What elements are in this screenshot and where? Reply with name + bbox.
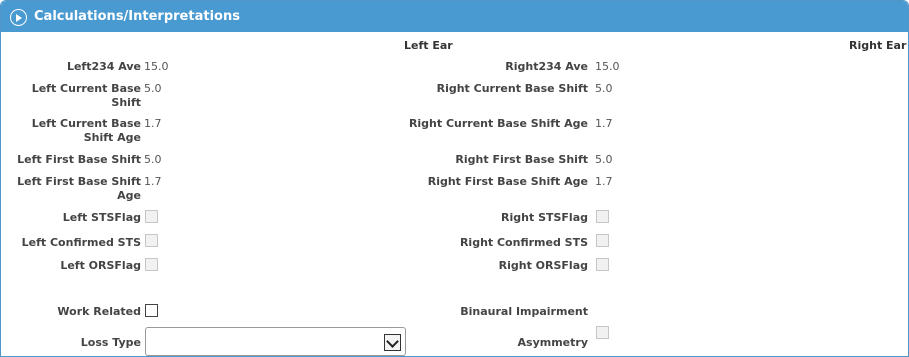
right-current-base-shift-value: 5.0 — [595, 82, 613, 95]
left-ave-label: Left234 Ave — [66, 60, 141, 73]
right-confirmed-sts-checkbox[interactable] — [596, 234, 609, 247]
right-ors-flag-checkbox[interactable] — [596, 258, 609, 271]
left-ors-flag-label: Left ORSFlag — [60, 259, 141, 272]
right-ors-flag-label: Right ORSFlag — [498, 259, 588, 272]
right-current-base-shift-age-value: 1.7 — [595, 117, 613, 130]
panel-title: Calculations/Interpretations — [34, 9, 240, 24]
left-current-base-shift-label: Left Current Base Shift — [31, 82, 141, 109]
left-current-base-shift-age-value: 1.7 — [144, 117, 162, 130]
right-first-base-shift-age-label: Right First Base Shift Age — [427, 175, 588, 188]
right-confirmed-sts-label: Right Confirmed STS — [459, 236, 588, 249]
right-sts-flag-checkbox[interactable] — [596, 210, 609, 223]
right-current-base-shift-age-label: Right Current Base Shift Age — [408, 117, 588, 130]
left-ors-flag-checkbox[interactable] — [145, 258, 158, 271]
right-first-base-shift-age-value: 1.7 — [595, 175, 613, 188]
left-ear-heading: Left Ear — [404, 39, 453, 52]
left-confirmed-sts-label: Left Confirmed STS — [21, 236, 141, 249]
right-ear-heading: Right Ear — [849, 39, 907, 52]
expand-toggle-icon[interactable] — [10, 9, 27, 26]
loss-type-label: Loss Type — [80, 336, 141, 349]
left-ave-value: 15.0 — [144, 60, 169, 73]
left-sts-flag-label: Left STSFlag — [62, 211, 141, 224]
work-related-label: Work Related — [57, 305, 141, 318]
left-first-base-shift-label: Left First Base Shift — [17, 153, 141, 166]
left-first-base-shift-age-value: 1.7 — [144, 175, 162, 188]
panel-header[interactable]: Calculations/Interpretations — [1, 1, 908, 32]
left-confirmed-sts-checkbox[interactable] — [145, 234, 158, 247]
work-related-checkbox[interactable] — [145, 304, 158, 317]
left-first-base-shift-age-label: Left First Base Shift Age — [17, 175, 141, 202]
right-ave-label: Right234 Ave — [505, 60, 588, 73]
calculations-panel: Calculations/Interpretations Left Ear Ri… — [0, 0, 909, 357]
asymmetry-checkbox[interactable] — [596, 326, 609, 339]
left-current-base-shift-age-label: Left Current Base Shift Age — [31, 117, 141, 144]
right-ave-value: 15.0 — [595, 60, 620, 73]
left-first-base-shift-value: 5.0 — [144, 153, 162, 166]
right-sts-flag-label: Right STSFlag — [501, 211, 588, 224]
right-first-base-shift-value: 5.0 — [595, 153, 613, 166]
asymmetry-label: Asymmetry — [517, 336, 588, 349]
right-first-base-shift-label: Right First Base Shift — [455, 153, 588, 166]
left-current-base-shift-value: 5.0 — [144, 82, 162, 95]
binaural-impairment-label: Binaural Impairment — [460, 305, 588, 318]
left-sts-flag-checkbox[interactable] — [145, 210, 158, 223]
right-current-base-shift-label: Right Current Base Shift — [436, 82, 588, 95]
